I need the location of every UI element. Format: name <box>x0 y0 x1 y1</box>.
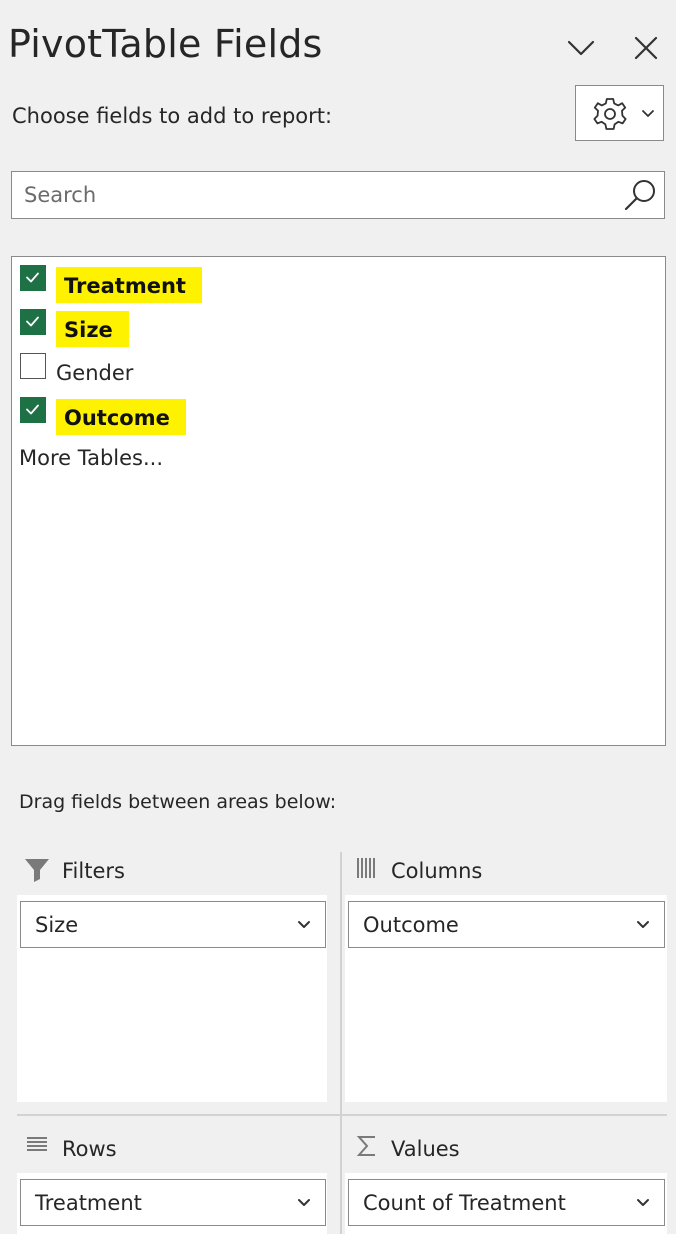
chevron-down-icon <box>642 110 654 117</box>
field-list: Treatment Size Gender Outcome More Table… <box>11 256 666 746</box>
chevron-down-icon[interactable] <box>297 919 311 931</box>
checkmark-icon <box>26 404 39 415</box>
field-label-size: Size <box>56 311 129 347</box>
rows-chip-treatment[interactable]: Treatment <box>20 1179 326 1226</box>
sigma-icon <box>356 1136 375 1156</box>
size-checkbox[interactable] <box>20 309 46 335</box>
treatment-checkbox[interactable] <box>20 265 46 291</box>
rows-drop-zone[interactable]: Treatment <box>17 1173 327 1234</box>
values-area-header: Values <box>355 1131 655 1167</box>
outcome-checkbox[interactable] <box>20 397 46 423</box>
choose-fields-label: Choose fields to add to report: <box>12 104 333 128</box>
columns-label: Columns <box>391 859 483 883</box>
search-box <box>11 171 665 219</box>
pane-title: PivotTable Fields <box>8 22 323 66</box>
search-icon[interactable] <box>622 176 660 214</box>
chevron-down-icon <box>567 40 595 56</box>
filters-drop-zone[interactable]: Size <box>17 895 327 1102</box>
field-label-treatment: Treatment <box>56 267 202 303</box>
rows-icon <box>27 1137 47 1151</box>
settings-button[interactable] <box>575 85 664 141</box>
more-tables-link[interactable]: More Tables... <box>19 443 163 473</box>
search-input[interactable] <box>24 172 624 218</box>
area-divider-vertical <box>340 852 342 1234</box>
field-item-size[interactable]: Size <box>20 305 420 347</box>
rows-area-header: Rows <box>25 1131 325 1167</box>
gear-icon <box>593 98 627 130</box>
rows-chip-label: Treatment <box>35 1191 142 1215</box>
field-label-outcome: Outcome <box>56 399 186 435</box>
close-pane-button[interactable] <box>626 28 666 68</box>
columns-icon <box>357 858 375 878</box>
pivottable-fields-pane: PivotTable Fields Choose fields to add t… <box>0 0 676 1234</box>
columns-chip-outcome[interactable]: Outcome <box>348 901 665 948</box>
columns-drop-zone[interactable]: Outcome <box>345 895 667 1102</box>
columns-chip-label: Outcome <box>363 913 459 937</box>
gender-checkbox[interactable] <box>20 353 46 379</box>
close-icon <box>634 36 658 60</box>
field-item-treatment[interactable]: Treatment <box>20 261 420 303</box>
values-label: Values <box>391 1137 460 1161</box>
chevron-down-icon[interactable] <box>636 919 650 931</box>
chevron-down-icon[interactable] <box>636 1197 650 1209</box>
filters-chip-label: Size <box>35 913 79 937</box>
field-item-gender[interactable]: Gender <box>20 349 420 389</box>
filters-chip-size[interactable]: Size <box>20 901 326 948</box>
values-chip-count-of-treatment[interactable]: Count of Treatment <box>348 1179 665 1226</box>
chevron-down-icon[interactable] <box>297 1197 311 1209</box>
values-chip-label: Count of Treatment <box>363 1191 566 1215</box>
field-label-gender: Gender <box>56 361 134 385</box>
columns-area-header: Columns <box>355 853 655 889</box>
drag-fields-label: Drag fields between areas below: <box>19 791 337 813</box>
field-item-outcome[interactable]: Outcome <box>20 393 420 435</box>
checkmark-icon <box>26 316 39 327</box>
filters-label: Filters <box>62 859 125 883</box>
values-drop-zone[interactable]: Count of Treatment <box>345 1173 667 1234</box>
filter-icon <box>25 859 49 882</box>
collapse-pane-button[interactable] <box>561 28 601 68</box>
area-divider-horizontal <box>17 1114 667 1116</box>
checkmark-icon <box>26 272 39 283</box>
filters-area-header: Filters <box>22 853 322 889</box>
rows-label: Rows <box>62 1137 117 1161</box>
